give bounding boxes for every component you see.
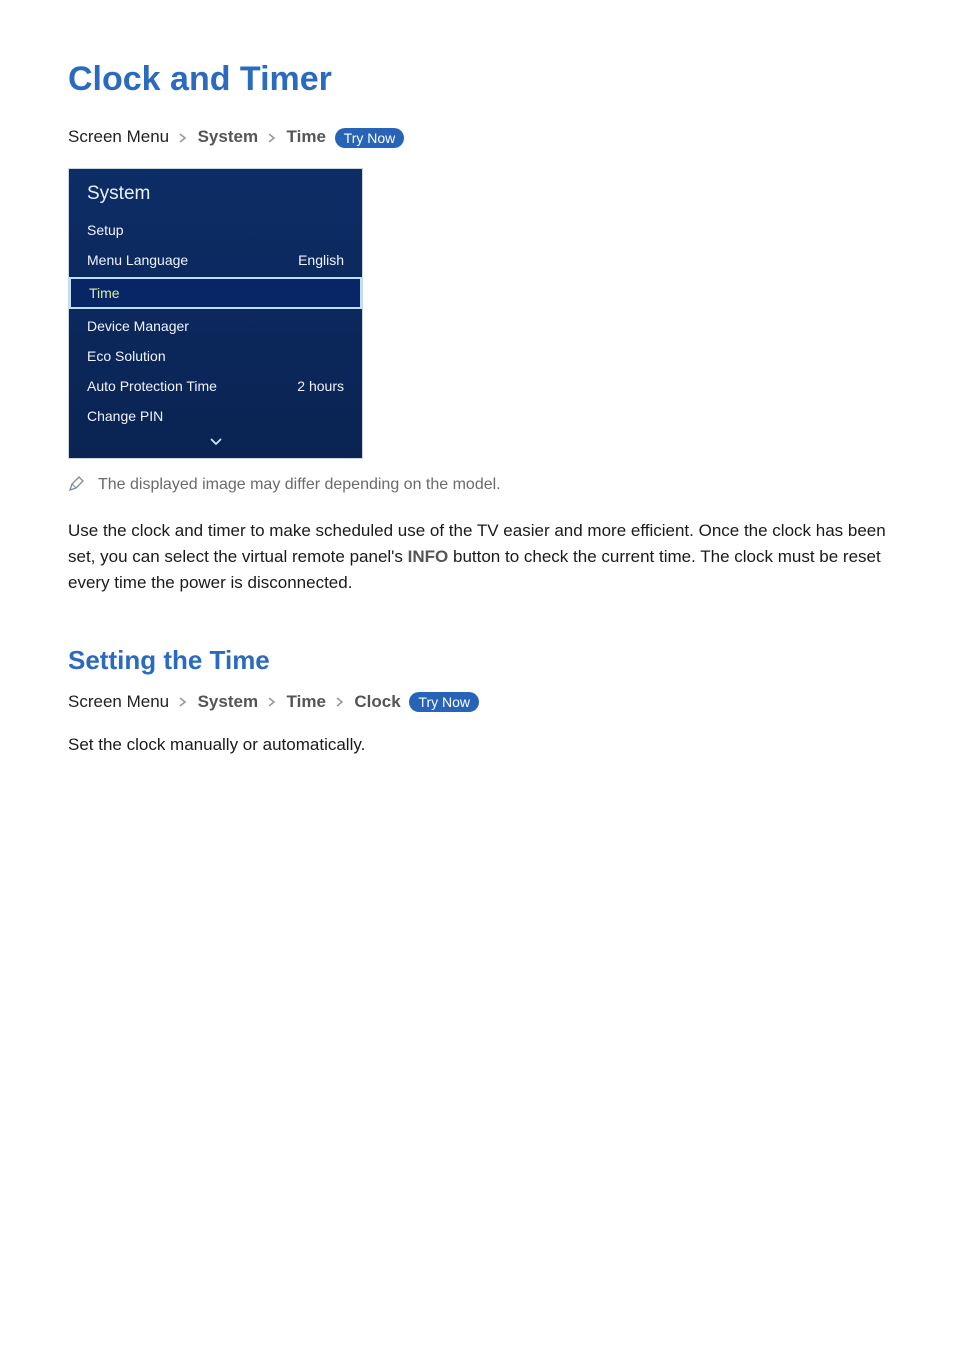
menu-item-label: Device Manager <box>87 318 189 334</box>
menu-item-label: Change PIN <box>87 408 163 424</box>
breadcrumb-prefix: Screen Menu <box>68 692 169 711</box>
breadcrumb-item: System <box>198 127 258 146</box>
menu-item-label: Eco Solution <box>87 348 166 364</box>
try-now-badge[interactable]: Try Now <box>335 128 405 148</box>
note: The displayed image may differ depending… <box>68 473 894 500</box>
menu-item-label: Time <box>89 285 120 301</box>
breadcrumb-prefix: Screen Menu <box>68 127 169 146</box>
breadcrumb-item: Time <box>287 692 326 711</box>
chevron-right-icon <box>268 694 277 710</box>
menu-item-label: Auto Protection Time <box>87 378 217 394</box>
section-description: Set the clock manually or automatically. <box>68 732 894 758</box>
section-title-setting-time: Setting the Time <box>68 645 894 676</box>
menu-item-auto-protection-time[interactable]: Auto Protection Time 2 hours <box>69 371 362 401</box>
breadcrumb: Screen Menu System Time Clock Try Now <box>68 692 894 713</box>
menu-item-change-pin[interactable]: Change PIN <box>69 401 362 431</box>
menu-item-label: Menu Language <box>87 252 188 268</box>
chevron-right-icon <box>336 694 345 710</box>
scroll-down-icon[interactable] <box>69 431 362 458</box>
chevron-right-icon <box>179 694 188 710</box>
breadcrumb-item: Time <box>287 127 326 146</box>
menu-item-value: English <box>298 252 344 268</box>
breadcrumb-item: System <box>198 692 258 711</box>
note-text: The displayed image may differ depending… <box>98 473 501 497</box>
menu-item-time-selected[interactable]: Time <box>69 277 362 309</box>
menu-header: System <box>69 169 362 215</box>
system-menu-panel: System Setup Menu Language English Time … <box>68 168 363 459</box>
page-title: Clock and Timer <box>68 60 894 99</box>
menu-item-eco-solution[interactable]: Eco Solution <box>69 341 362 371</box>
menu-item-menu-language[interactable]: Menu Language English <box>69 245 362 275</box>
note-icon <box>68 476 84 500</box>
menu-item-setup[interactable]: Setup <box>69 215 362 245</box>
body-paragraph: Use the clock and timer to make schedule… <box>68 518 894 597</box>
try-now-badge[interactable]: Try Now <box>409 692 479 712</box>
chevron-right-icon <box>179 130 188 146</box>
menu-item-value: 2 hours <box>297 378 344 394</box>
breadcrumb-item: Clock <box>354 692 400 711</box>
menu-item-label: Setup <box>87 222 124 238</box>
info-keyword: INFO <box>408 547 449 566</box>
breadcrumb: Screen Menu System Time Try Now <box>68 127 894 148</box>
chevron-right-icon <box>268 130 277 146</box>
menu-item-device-manager[interactable]: Device Manager <box>69 311 362 341</box>
